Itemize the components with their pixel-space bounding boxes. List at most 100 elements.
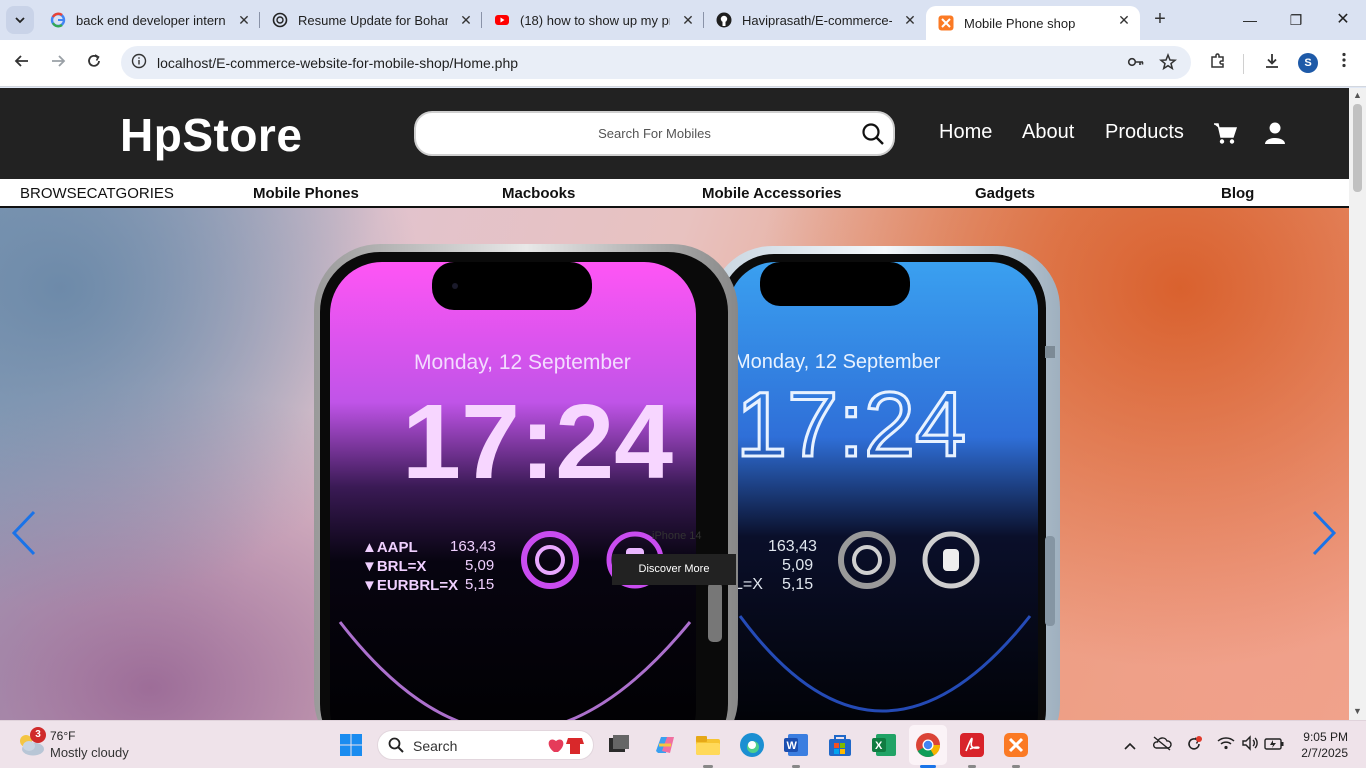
tab-title: Resume Update for Bohar: [298, 12, 448, 28]
file-explorer-icon[interactable]: [694, 731, 722, 759]
search-placeholder: Search For Mobiles: [598, 126, 711, 141]
scroll-up-icon[interactable]: ▲: [1353, 90, 1362, 100]
phone-left-stock: ▲AAPL: [362, 539, 418, 556]
puzzle-icon: [1211, 53, 1224, 68]
forward-button[interactable]: [46, 52, 70, 76]
tab-mobile-phone-shop[interactable]: Mobile Phone shop ✕: [926, 6, 1140, 40]
back-button[interactable]: [10, 52, 34, 76]
tab-close-icon[interactable]: ✕: [236, 12, 252, 28]
taskbar-search-box[interactable]: Search: [377, 730, 594, 760]
arrow-right-icon: [52, 55, 66, 67]
phone-left-value: 163,43: [450, 538, 496, 555]
tab-title: Mobile Phone shop: [964, 15, 1076, 31]
tab-title: Haviprasath/E-commerce-pl: [742, 12, 892, 28]
chrome-icon[interactable]: [914, 731, 942, 759]
category-macbooks[interactable]: Macbooks: [502, 185, 575, 202]
show-hidden-icons-chevron-icon[interactable]: [1120, 735, 1140, 755]
phone-image-blue: Monday, 12 September 17:24 163,43 5,09 5…: [710, 246, 1060, 720]
category-mobile-phones[interactable]: Mobile Phones: [253, 185, 359, 202]
menu-button[interactable]: [1332, 52, 1356, 76]
site-logo[interactable]: HpStore: [120, 108, 302, 162]
mobile-search-input[interactable]: Search For Mobiles: [414, 111, 895, 156]
xampp-icon: [938, 15, 954, 31]
nav-home[interactable]: Home: [939, 121, 992, 144]
phone-right-value: 5,15: [782, 576, 813, 593]
password-key-icon[interactable]: [1126, 53, 1146, 73]
windows-start-icon[interactable]: [339, 733, 363, 757]
chatgpt-icon: [272, 12, 288, 28]
address-bar[interactable]: localhost/E-commerce-website-for-mobile-…: [121, 46, 1191, 79]
scrollbar-thumb[interactable]: [1353, 104, 1362, 192]
tab-close-icon[interactable]: ✕: [1116, 12, 1132, 28]
reload-button[interactable]: [82, 52, 106, 76]
download-icon: [1266, 54, 1278, 68]
bookmark-star-icon[interactable]: [1158, 52, 1178, 73]
update-sync-icon[interactable]: [1184, 735, 1204, 755]
page-scrollbar[interactable]: ▲ ▼: [1349, 88, 1366, 720]
tab-title: back end developer internsh: [76, 12, 226, 28]
youtube-icon: [494, 12, 510, 28]
volume-icon[interactable]: [1240, 735, 1260, 755]
tab-github[interactable]: Haviprasath/E-commerce-pl ✕: [704, 6, 926, 34]
edge-icon[interactable]: [738, 731, 766, 759]
arrow-left-icon: [14, 55, 28, 67]
user-icon[interactable]: [1262, 120, 1288, 146]
cart-icon[interactable]: [1212, 120, 1238, 146]
wifi-icon[interactable]: [1216, 735, 1236, 755]
url-host: localhost: [157, 55, 213, 71]
tab-search-button[interactable]: [6, 6, 34, 34]
hero-caption: iPhone 14: [652, 530, 702, 542]
weather-temperature[interactable]: 76°F: [50, 729, 75, 743]
xampp-icon[interactable]: [1002, 731, 1030, 759]
scroll-down-icon[interactable]: ▼: [1353, 706, 1362, 716]
url-path: /E-commerce-website-for-mobile-shop/Home…: [212, 55, 519, 71]
task-view-icon[interactable]: [605, 731, 633, 759]
windows-taskbar: 3 76°F Mostly cloudy Search W X 9:05 PM …: [0, 720, 1366, 768]
excel-icon[interactable]: X: [870, 731, 898, 759]
new-tab-button[interactable]: +: [1148, 8, 1172, 32]
google-icon: [50, 12, 66, 28]
tab-chatgpt[interactable]: Resume Update for Bohar ✕: [260, 6, 482, 34]
taskbar-clock[interactable]: 9:05 PM 2/7/2025: [1301, 729, 1348, 761]
clock-date: 2/7/2025: [1301, 746, 1348, 760]
extensions-button[interactable]: [1206, 52, 1230, 76]
tab-title: (18) how to show up my priv: [520, 12, 670, 28]
microsoft-store-icon[interactable]: [826, 731, 854, 759]
site-info-icon[interactable]: [129, 53, 149, 73]
close-window-button[interactable]: ✕: [1331, 8, 1355, 32]
search-icon[interactable]: [861, 122, 885, 146]
category-bar: BROWSECATGORIES Mobile Phones Macbooks M…: [0, 179, 1349, 208]
carousel-next-icon[interactable]: [1310, 508, 1340, 558]
tab-google[interactable]: back end developer internsh ✕: [38, 6, 260, 34]
restore-button[interactable]: ❐: [1284, 8, 1308, 32]
nav-products[interactable]: Products: [1105, 121, 1184, 144]
tab-youtube[interactable]: (18) how to show up my priv ✕: [482, 6, 704, 34]
weather-description[interactable]: Mostly cloudy: [50, 745, 129, 760]
nav-about[interactable]: About: [1022, 121, 1074, 144]
word-icon[interactable]: W: [782, 731, 810, 759]
category-mobile-accessories[interactable]: Mobile Accessories: [702, 185, 842, 202]
hero-carousel: Monday, 12 September 17:24 163,43 5,09 5…: [0, 208, 1349, 720]
acrobat-icon[interactable]: [958, 731, 986, 759]
tab-close-icon[interactable]: ✕: [680, 12, 696, 28]
minimize-button[interactable]: —: [1238, 8, 1262, 32]
category-gadgets[interactable]: Gadgets: [975, 185, 1035, 202]
onedrive-sync-icon[interactable]: [1152, 735, 1172, 755]
tab-close-icon[interactable]: ✕: [902, 12, 918, 28]
discover-more-button[interactable]: Discover More: [612, 554, 736, 585]
github-icon: [716, 12, 732, 28]
battery-icon[interactable]: [1264, 735, 1284, 755]
browse-categories-label[interactable]: BROWSECATGORIES: [20, 185, 174, 202]
carousel-prev-icon[interactable]: [8, 508, 38, 558]
phone-left-time: 17:24: [402, 383, 673, 501]
category-blog[interactable]: Blog: [1221, 185, 1254, 202]
copilot-icon[interactable]: [650, 731, 678, 759]
svg-text:W: W: [787, 740, 798, 752]
profile-avatar[interactable]: S: [1298, 53, 1318, 73]
downloads-button[interactable]: [1260, 52, 1284, 76]
tab-close-icon[interactable]: ✕: [458, 12, 474, 28]
browser-toolbar: localhost/E-commerce-website-for-mobile-…: [0, 40, 1366, 87]
clock-time: 9:05 PM: [1303, 730, 1348, 744]
phone-image-purple: Monday, 12 September 17:24 ▲AAPL ▼BRL=X …: [314, 244, 738, 720]
toolbar-divider: [1243, 54, 1244, 74]
